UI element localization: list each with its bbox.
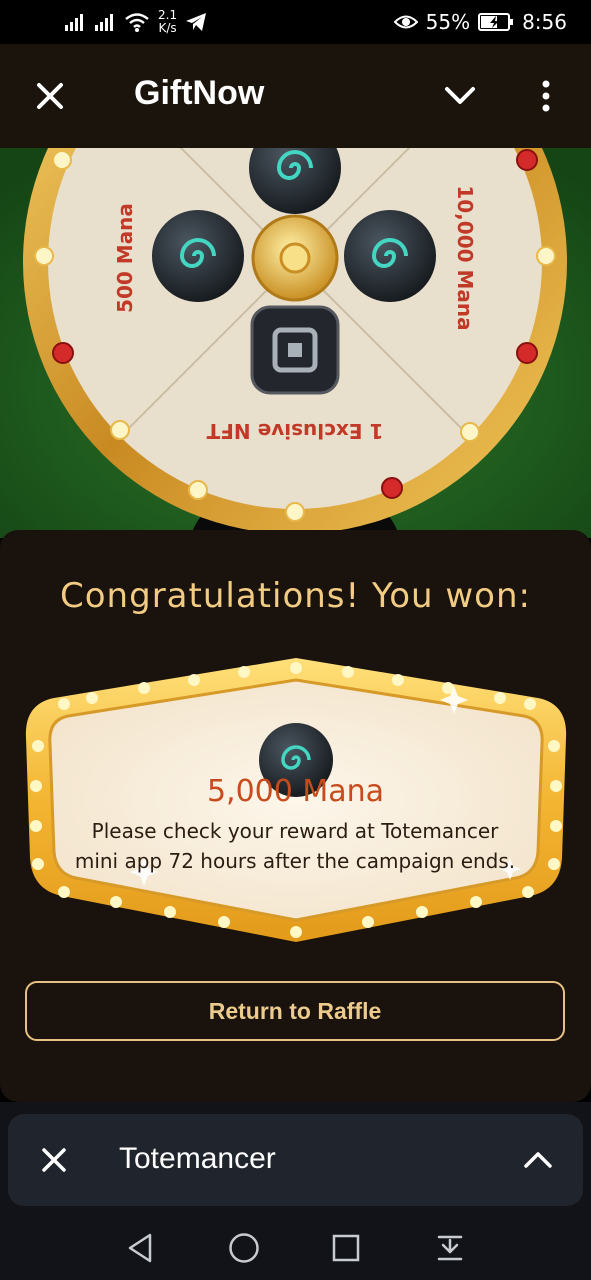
chevron-up-icon [524,1152,552,1168]
telegram-icon [186,13,207,31]
android-nav-bar [0,1212,591,1280]
battery-percent: 55% [425,10,471,34]
battery-charging-icon [478,13,514,31]
wifi-icon [125,13,149,32]
nav-recents-button[interactable] [324,1226,368,1270]
signal-icon [95,14,113,31]
more-options-button[interactable] [524,74,568,118]
collapse-button[interactable] [436,74,484,118]
prize-description: Please check your reward at Totemancer m… [74,819,516,873]
chevron-down-icon [445,87,475,104]
app-title: GiftNow [134,74,265,112]
speed-unit: K/s [158,21,177,35]
prize-amount: 5,000 Mana [206,774,385,809]
mini-app-close-button[interactable] [32,1138,76,1182]
nav-notifications-button[interactable] [428,1226,472,1270]
signal-icon [65,14,83,31]
raffle-wheel-area: 500 Mana 10,000 Mana 1 Exclusive NFT [0,148,591,538]
eye-icon [393,15,418,29]
result-panel: Congratulations! You won: 5,000 Mana Ple… [0,530,591,1102]
mini-app-title: Totemancer [119,1142,276,1175]
wheel-segment-bottom: 1 Exclusive NFT [206,419,383,443]
mini-app-bar[interactable]: Totemancer [8,1114,583,1206]
wheel-segment-right: 10,000 Mana [453,185,477,330]
network-speed: 2.1 K/s [158,9,177,35]
close-icon [42,1148,66,1172]
close-icon [37,83,63,109]
nav-home-button[interactable] [222,1226,266,1270]
pull-down-icon [437,1235,463,1261]
close-button[interactable] [26,74,74,118]
back-triangle-icon [128,1233,152,1263]
more-vertical-icon [542,80,550,112]
nav-back-button[interactable] [118,1226,162,1270]
clock: 8:56 [522,10,567,34]
congratulations-heading: Congratulations! You won: [60,576,531,616]
return-to-raffle-button[interactable]: Return to Raffle [25,981,565,1041]
status-bar: 2.1 K/s 55% 8:56 [0,0,591,44]
mini-app-expand-button[interactable] [516,1138,560,1182]
wheel-segment-left: 500 Mana [113,203,137,313]
recents-square-icon [332,1234,360,1262]
prize-wheel[interactable]: 500 Mana 10,000 Mana 1 Exclusive NFT [0,148,591,538]
home-circle-icon [229,1233,259,1263]
app-bar: GiftNow [0,44,591,148]
